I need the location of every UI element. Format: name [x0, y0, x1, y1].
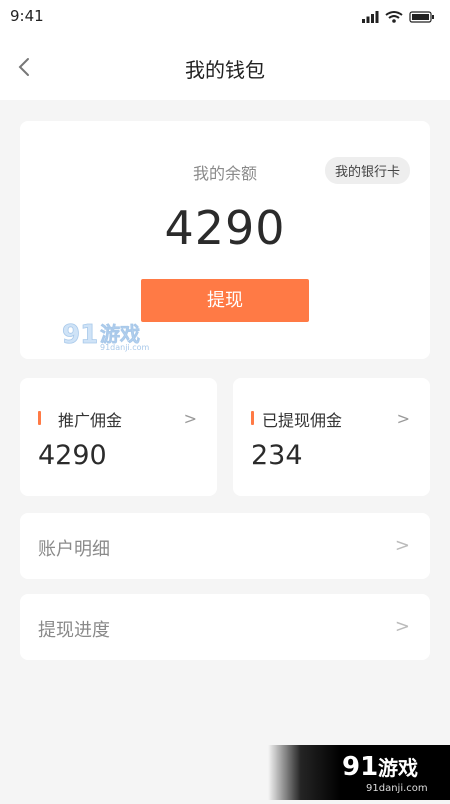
menu-label: 提现进度: [38, 620, 110, 641]
account-details-item[interactable]: 账户明细 >: [20, 513, 430, 579]
watermark-brand: 游戏: [378, 756, 418, 780]
signal-icon: [362, 11, 379, 23]
bank-card-button[interactable]: 我的银行卡: [324, 157, 410, 184]
withdrawn-commission-card[interactable]: 已提现佣金 > 234: [233, 378, 430, 496]
battery-icon: [409, 11, 434, 23]
stat-value: 4290: [38, 440, 107, 471]
watermark-logo: 91 游戏 91danji.com: [60, 317, 180, 357]
accent-bar: [251, 411, 254, 425]
balance-card: 我的余额 我的银行卡 4290 提现 91 游戏 91danji.com: [20, 121, 430, 359]
watermark-site: 91danji.com: [100, 343, 150, 352]
promo-commission-card[interactable]: 推广佣金 > 4290: [20, 378, 217, 496]
chevron-right-icon: >: [394, 535, 410, 556]
svg-text:91: 91: [342, 752, 378, 782]
wifi-icon: [385, 11, 403, 23]
watermark-site: 91danji.com: [366, 783, 428, 794]
stat-value: 234: [251, 440, 303, 471]
status-time: 9:41: [10, 7, 44, 25]
chevron-right-icon: >: [394, 616, 410, 637]
menu-label: 账户明细: [38, 539, 110, 560]
withdraw-progress-item[interactable]: 提现进度 >: [20, 594, 430, 660]
svg-text:91: 91: [62, 320, 98, 350]
stat-label: 已提现佣金: [262, 411, 343, 430]
chevron-right-icon: >: [183, 409, 197, 428]
page-title: 我的钱包: [185, 58, 265, 82]
withdraw-button[interactable]: 提现: [141, 279, 309, 322]
accent-bar: [38, 411, 41, 425]
watermark-corner: 91 游戏 91danji.com: [268, 745, 450, 800]
balance-amount: 4290: [164, 201, 286, 255]
stat-label: 推广佣金: [58, 411, 123, 430]
chevron-right-icon: >: [396, 409, 410, 428]
status-bar: 9:41: [0, 0, 450, 34]
status-icons: [362, 10, 436, 24]
nav-bar: 我的钱包: [0, 34, 450, 100]
